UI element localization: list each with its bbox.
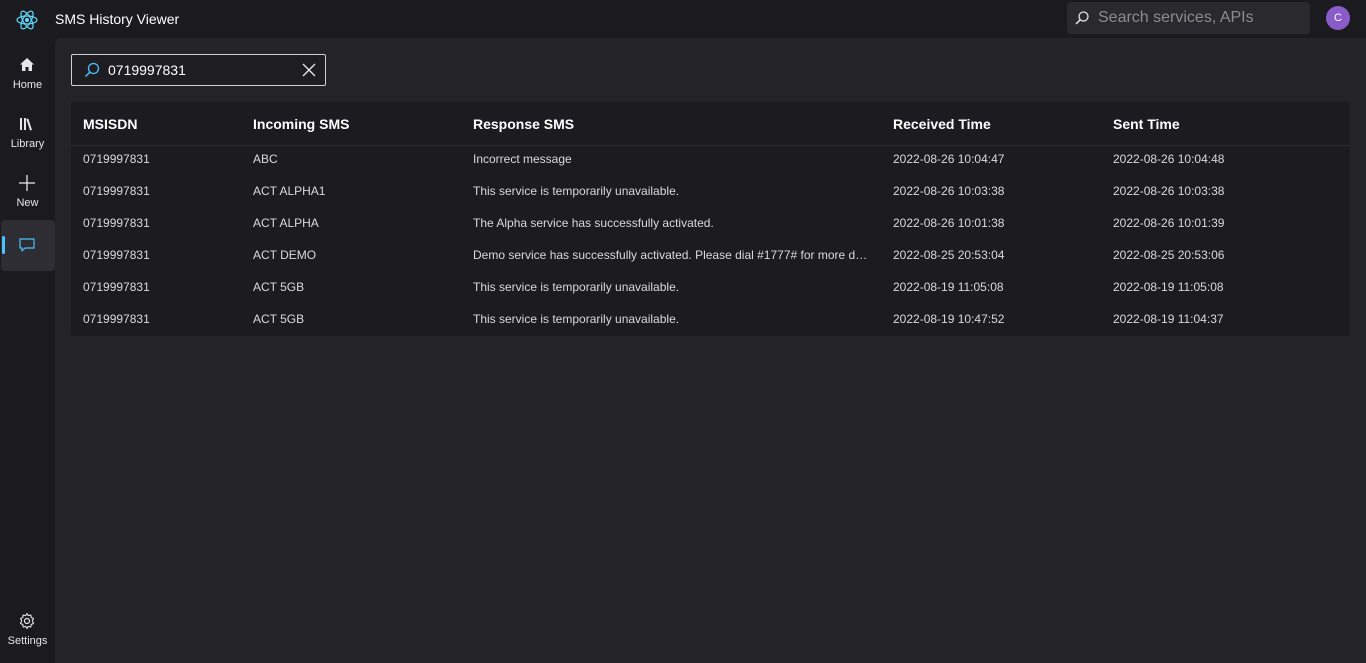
cell-received-time: 2022-08-25 20:53:04 — [893, 248, 1005, 262]
sidebar-item-settings[interactable]: Settings — [0, 606, 55, 658]
sidebar-item-label: Library — [10, 138, 45, 150]
cell-sent-time: 2022-08-26 10:04:48 — [1113, 152, 1225, 166]
sidebar-item-messages[interactable] — [1, 220, 55, 271]
library-icon — [18, 115, 36, 133]
cell-incoming-sms: ABC — [253, 152, 278, 166]
cell-sent-time: 2022-08-19 11:05:08 — [1113, 280, 1224, 294]
cell-sent-time: 2022-08-26 10:01:39 — [1113, 216, 1225, 230]
cell-sent-time: 2022-08-19 11:04:37 — [1113, 312, 1224, 326]
column-header-response-sms[interactable]: Response SMS — [473, 116, 873, 132]
table-row[interactable]: 0719997831 ABC Incorrect message 2022-08… — [71, 144, 1350, 176]
sidebar-item-new[interactable]: New — [0, 168, 55, 220]
cell-incoming-sms: ACT 5GB — [253, 312, 305, 326]
sidebar-item-label: Home — [12, 79, 43, 91]
main-content: MSISDN Incoming SMS Response SMS Receive… — [55, 38, 1366, 663]
column-header-incoming-sms[interactable]: Incoming SMS — [253, 116, 463, 132]
plus-icon — [18, 174, 36, 192]
cell-msisdn: 0719997831 — [83, 312, 150, 326]
cell-incoming-sms: ACT DEMO — [253, 248, 317, 262]
table-header: MSISDN Incoming SMS Response SMS Receive… — [71, 102, 1350, 146]
cell-msisdn: 0719997831 — [83, 184, 150, 198]
chat-icon — [18, 236, 36, 254]
cell-received-time: 2022-08-26 10:04:47 — [893, 152, 1005, 166]
sidebar-item-label: New — [16, 197, 39, 209]
cell-response-sms: This service is temporarily unavailable. — [473, 312, 680, 326]
home-icon — [18, 56, 36, 74]
cell-sent-time: 2022-08-25 20:53:06 — [1113, 248, 1225, 262]
cell-received-time: 2022-08-19 10:47:52 — [893, 312, 1005, 326]
global-search-box[interactable] — [1067, 2, 1310, 34]
cell-sent-time: 2022-08-26 10:03:38 — [1113, 184, 1225, 198]
table-row[interactable]: 0719997831 ACT DEMO Demo service has suc… — [71, 240, 1350, 272]
column-header-msisdn[interactable]: MSISDN — [83, 116, 243, 132]
avatar[interactable]: C — [1326, 6, 1350, 30]
cell-response-sms: The Alpha service has successfully activ… — [473, 216, 714, 230]
cell-msisdn: 0719997831 — [83, 280, 150, 294]
msisdn-search-input[interactable] — [108, 55, 293, 85]
cell-msisdn: 0719997831 — [83, 152, 150, 166]
close-icon[interactable] — [300, 61, 318, 79]
table-row[interactable]: 0719997831 ACT ALPHA The Alpha service h… — [71, 208, 1350, 240]
cell-incoming-sms: ACT ALPHA1 — [253, 184, 326, 198]
cell-received-time: 2022-08-19 11:05:08 — [893, 280, 1004, 294]
sidebar-item-label: Settings — [7, 635, 48, 647]
gear-icon — [18, 612, 36, 630]
table-row[interactable]: 0719997831 ACT ALPHA1 This service is te… — [71, 176, 1350, 208]
title-bar: SMS History Viewer C — [0, 0, 1366, 38]
cell-incoming-sms: ACT 5GB — [253, 280, 305, 294]
cell-response-sms: This service is temporarily unavailable. — [473, 184, 680, 198]
cell-incoming-sms: ACT ALPHA — [253, 216, 319, 230]
column-header-received-time[interactable]: Received Time — [893, 116, 1103, 132]
search-icon — [1074, 10, 1090, 26]
sidebar: Home Library New Settings — [0, 38, 55, 663]
column-header-sent-time[interactable]: Sent Time — [1113, 116, 1333, 132]
search-icon — [84, 62, 100, 78]
sms-history-table: MSISDN Incoming SMS Response SMS Receive… — [71, 102, 1350, 336]
cell-response-sms: Demo service has successfully activated.… — [473, 248, 873, 262]
cell-msisdn: 0719997831 — [83, 248, 150, 262]
table-row[interactable]: 0719997831 ACT 5GB This service is tempo… — [71, 304, 1350, 336]
table-row[interactable]: 0719997831 ACT 5GB This service is tempo… — [71, 272, 1350, 304]
cell-msisdn: 0719997831 — [83, 216, 150, 230]
msisdn-search-box[interactable] — [71, 54, 326, 86]
cell-received-time: 2022-08-26 10:03:38 — [893, 184, 1005, 198]
global-search-input[interactable] — [1098, 2, 1303, 34]
cell-response-sms: This service is temporarily unavailable. — [473, 280, 680, 294]
cell-response-sms: Incorrect message — [473, 152, 572, 166]
app-title: SMS History Viewer — [55, 11, 180, 27]
sidebar-item-library[interactable]: Library — [0, 109, 55, 161]
sidebar-item-home[interactable]: Home — [0, 50, 55, 102]
cell-received-time: 2022-08-26 10:01:38 — [893, 216, 1005, 230]
react-logo-icon — [15, 8, 39, 32]
